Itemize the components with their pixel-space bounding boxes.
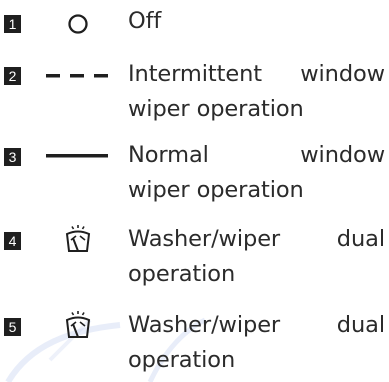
off-circle-icon: [44, 9, 112, 39]
item-number-badge: 2: [4, 67, 21, 85]
item-number-badge: 4: [4, 232, 21, 250]
item-text-line1: Off: [128, 8, 162, 34]
item-description: Washer/wiper dual operation: [128, 308, 385, 378]
item-text-line1: Intermittent window: [128, 61, 385, 87]
item-text-line1: Washer/wiper dual: [128, 226, 385, 252]
item-text-line2: operation: [128, 261, 236, 287]
washer-wiper-icon: [44, 310, 112, 340]
item-text-line1: Washer/wiper dual: [128, 312, 385, 338]
item-description: Normal window wiper operation: [128, 138, 385, 208]
item-text-line1: Normal window: [128, 142, 385, 168]
item-text-line2: wiper operation: [128, 177, 304, 203]
item-description: Off: [128, 4, 385, 39]
washer-wiper-icon: [44, 224, 112, 254]
solid-line-icon: [44, 141, 112, 171]
dashed-line-icon: [44, 61, 112, 91]
item-description: Intermittent window wiper operation: [128, 57, 385, 127]
item-number-badge: 5: [4, 318, 21, 336]
item-text-line2: wiper operation: [128, 96, 304, 122]
item-text-line2: operation: [128, 347, 236, 373]
item-description: Washer/wiper dual operation: [128, 222, 385, 292]
item-number-badge: 1: [4, 15, 21, 33]
item-number-badge: 3: [4, 148, 21, 166]
